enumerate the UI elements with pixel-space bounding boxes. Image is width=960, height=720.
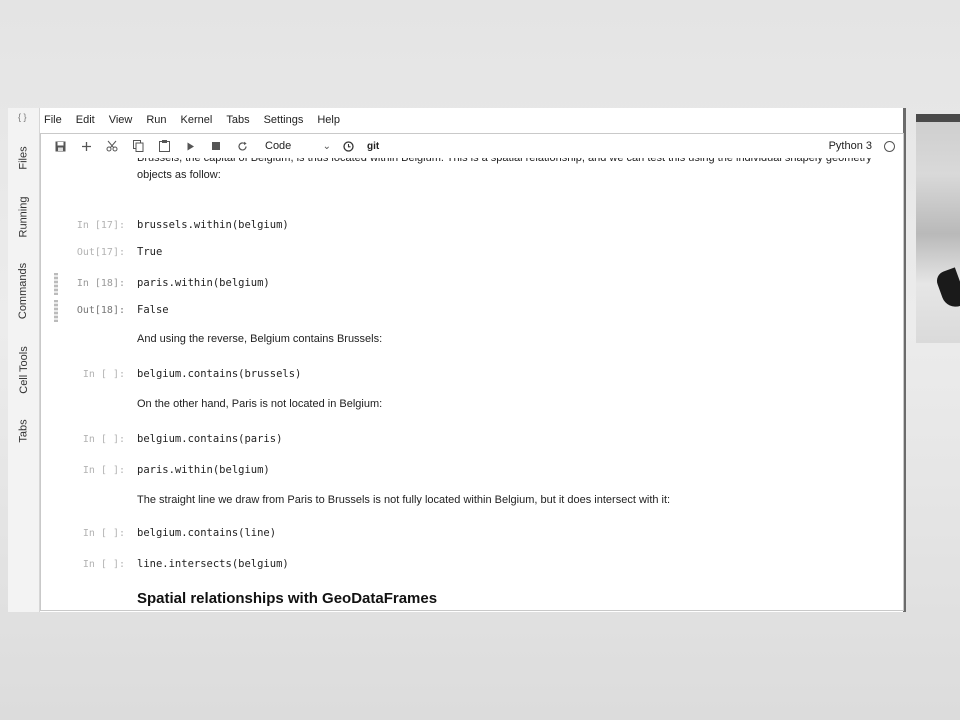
input-prompt: In [ ]:	[82, 434, 125, 445]
notebook-cells[interactable]: Brussels, the capital of Belgium, is thu…	[41, 158, 903, 610]
markdown-cell[interactable]: The straight line we draw from Paris to …	[137, 492, 877, 509]
stop-icon[interactable]	[203, 136, 229, 156]
paste-icon[interactable]	[151, 136, 177, 156]
markdown-cell[interactable]: Brussels, the capital of Belgium, is thu…	[137, 158, 877, 184]
code-cell[interactable]: belgium.contains(paris)	[137, 433, 282, 445]
cell-type-value: Code	[265, 140, 292, 152]
left-sidebar: { } Files Running Commands Cell Tools Ta…	[8, 108, 40, 612]
menu-run[interactable]: Run	[139, 114, 173, 126]
sidebar-tab-tabs[interactable]: Tabs	[8, 414, 39, 448]
run-icon[interactable]	[177, 136, 203, 156]
sidebar-tab-label: Running	[17, 196, 30, 238]
sidebar-tab-label: Tabs	[17, 419, 30, 443]
code-cell[interactable]: line.intersects(belgium)	[137, 558, 289, 570]
markdown-cell[interactable]: And using the reverse, Belgium contains …	[137, 331, 877, 348]
jupyterlab-window: { } Files Running Commands Cell Tools Ta…	[8, 108, 906, 612]
save-icon[interactable]	[47, 136, 73, 156]
input-prompt: In [ ]:	[82, 528, 125, 539]
menu-kernel[interactable]: Kernel	[174, 114, 220, 126]
add-cell-icon[interactable]	[73, 136, 99, 156]
git-button[interactable]: git	[367, 141, 379, 152]
restart-icon[interactable]	[229, 136, 255, 156]
clock-icon[interactable]	[335, 136, 361, 156]
cell-type-dropdown[interactable]: Code ⌄	[265, 140, 331, 152]
sidebar-tab-label: Cell Tools	[17, 346, 30, 394]
sidebar-tab-files[interactable]: Files	[8, 138, 39, 178]
code-cell[interactable]: paris.within(belgium)	[137, 464, 270, 476]
sidebar-tab-label: Commands	[17, 262, 30, 320]
sidebar-tab-running[interactable]: Running	[8, 192, 39, 242]
webcam-panel	[916, 114, 960, 343]
output-prompt: Out[18]:	[76, 305, 125, 316]
copy-icon[interactable]	[125, 136, 151, 156]
sidebar-tab-label: Files	[17, 146, 30, 170]
code-cell[interactable]: belgium.contains(brussels)	[137, 368, 301, 380]
menu-edit[interactable]: Edit	[69, 114, 102, 126]
code-cell[interactable]: brussels.within(belgium)	[137, 219, 289, 231]
cut-icon[interactable]	[99, 136, 125, 156]
input-prompt: In [17]:	[76, 220, 125, 231]
output-prompt: Out[17]:	[76, 247, 125, 258]
markdown-heading[interactable]: Spatial relationships with GeoDataFrames	[137, 590, 437, 607]
chevron-down-icon: ⌄	[322, 140, 331, 152]
cell-output: False	[137, 304, 169, 316]
input-prompt: In [ ]:	[82, 559, 125, 570]
menu-file[interactable]: File	[42, 114, 69, 126]
menu-view[interactable]: View	[102, 114, 140, 126]
notebook-toolbar: Code ⌄ git Python 3	[41, 134, 903, 158]
menu-help[interactable]: Help	[310, 114, 347, 126]
cell-output: True	[137, 246, 163, 258]
braces-icon: { }	[18, 112, 27, 122]
notebook-panel: Code ⌄ git Python 3 Brussels, the capita…	[40, 133, 904, 611]
screen: { } Files Running Commands Cell Tools Ta…	[0, 0, 960, 720]
menu-tabs[interactable]: Tabs	[219, 114, 256, 126]
sidebar-tab-cell-tools[interactable]: Cell Tools	[8, 340, 39, 400]
code-cell[interactable]: paris.within(belgium)	[137, 277, 270, 289]
markdown-cell[interactable]: On the other hand, Paris is not located …	[137, 396, 877, 413]
menu-bar: File Edit View Run Kernel Tabs Settings …	[42, 108, 903, 132]
sidebar-tab-commands[interactable]: Commands	[8, 258, 39, 324]
input-prompt: In [ ]:	[82, 369, 125, 380]
kernel-name[interactable]: Python 3	[829, 140, 872, 152]
kernel-status-icon	[884, 140, 895, 152]
menu-settings[interactable]: Settings	[257, 114, 311, 126]
code-cell[interactable]: belgium.contains(line)	[137, 527, 276, 539]
input-prompt: In [ ]:	[82, 465, 125, 476]
input-prompt: In [18]:	[76, 278, 125, 289]
